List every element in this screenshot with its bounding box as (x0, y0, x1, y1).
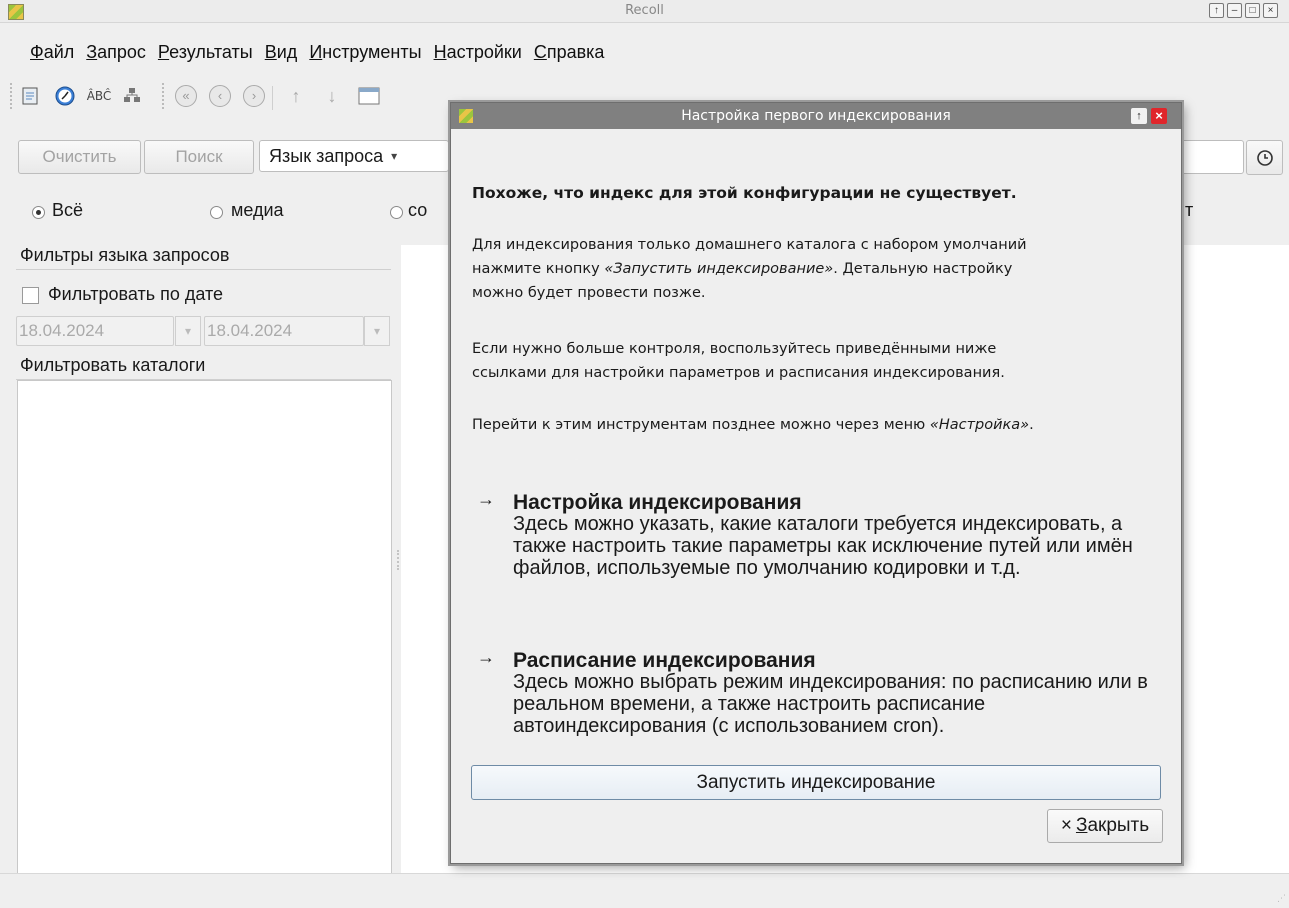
previous-page-icon[interactable]: ‹ (208, 84, 232, 108)
menu-tools[interactable]: Инструменты (301, 42, 425, 63)
menu-bar: Файл Запрос Результаты Вид Инструменты Н… (0, 38, 608, 66)
menu-help[interactable]: Справка (526, 42, 609, 63)
arrow-right-icon: → (477, 647, 495, 667)
date-from-field[interactable]: 18.04.2024 (16, 316, 174, 346)
start-indexing-button[interactable]: Запустить индексирование (471, 765, 1161, 800)
toolbar: ÂBĈ « ‹ › ↑ ↓ (0, 78, 460, 114)
close-dialog-button[interactable]: × Закрыть (1047, 809, 1163, 843)
radio-all-label: Всё (52, 200, 84, 220)
date-from-spin[interactable]: ▾ (175, 316, 201, 346)
clear-button[interactable]: Очистить (18, 140, 141, 174)
left-filter-panel: Фильтры языка запросов Фильтровать по да… (16, 242, 393, 874)
query-language-select[interactable]: Язык запроса ▾ (259, 140, 449, 172)
radio-partial-right-label: т (1185, 200, 1194, 220)
first-page-icon[interactable]: « (174, 84, 198, 108)
history-document-icon[interactable] (18, 84, 42, 108)
down-arrow-icon[interactable]: ↓ (320, 84, 344, 108)
maximize-up-icon[interactable]: ↑ (1209, 3, 1224, 18)
indexing-schedule-title[interactable]: Расписание индексирования (513, 649, 816, 673)
dialog-paragraph-2: Если нужно больше контроля, воспользуйте… (472, 341, 1005, 381)
dialog-heading: Похоже, что индекс для этой конфигурации… (472, 184, 1017, 202)
spelling-icon[interactable]: ÂBĈ (87, 84, 112, 108)
indexing-schedule-description: Здесь можно выбрать режим индексирования… (513, 671, 1148, 737)
menu-query[interactable]: Запрос (78, 42, 150, 63)
indexing-config-title[interactable]: Настройка индексирования (513, 491, 802, 515)
query-language-value: Язык запроса (269, 145, 384, 166)
table-view-icon[interactable] (357, 84, 381, 108)
next-page-icon[interactable]: › (242, 84, 266, 108)
radio-partial[interactable] (390, 206, 403, 219)
first-indexing-dialog: Настройка первого индексирования ↑ × Пох… (450, 102, 1182, 864)
close-window-button[interactable]: × (1263, 3, 1278, 18)
catalog-tree[interactable] (17, 380, 392, 874)
resize-grip-icon[interactable]: ⋰ (1277, 893, 1286, 904)
date-to-field[interactable]: 18.04.2024 (204, 316, 364, 346)
dialog-paragraph-3: Перейти к этим инструментам позднее можн… (472, 417, 1034, 433)
toolbar-grip[interactable] (10, 83, 14, 109)
filter-by-date-label: Фильтровать по дате (48, 284, 224, 304)
arrow-right-icon: → (477, 489, 495, 509)
maximize-button[interactable]: □ (1245, 3, 1260, 18)
dialog-paragraph-1: Для индексирования только домашнего ката… (472, 237, 1027, 301)
query-filters-title: Фильтры языка запросов (16, 242, 391, 270)
minimize-button[interactable]: – (1227, 3, 1242, 18)
filter-catalogs-title: Фильтровать каталоги (16, 352, 391, 380)
dialog-titlebar: Настройка первого индексирования ↑ × (451, 103, 1181, 129)
keep-above-icon[interactable]: ↑ (1131, 108, 1147, 124)
status-bar (0, 873, 1289, 908)
toolbar-grip-2[interactable] (162, 83, 166, 109)
radio-partial-label: со (408, 200, 428, 220)
clock-icon (1256, 149, 1273, 166)
search-button[interactable]: Поиск (144, 140, 254, 174)
toolbar-separator (272, 86, 273, 110)
up-arrow-icon[interactable]: ↑ (284, 84, 308, 108)
indexing-config-description: Здесь можно указать, какие каталоги треб… (513, 513, 1133, 579)
dialog-title: Настройка первого индексирования (681, 108, 951, 124)
dialog-close-icon[interactable]: × (1151, 108, 1167, 124)
splitter-handle[interactable] (397, 550, 402, 570)
menu-file[interactable]: Файл (0, 42, 78, 63)
window-title: Recoll (625, 3, 664, 18)
menu-settings[interactable]: Настройки (426, 42, 526, 63)
network-tree-icon[interactable] (120, 84, 144, 108)
close-icon: × (1060, 815, 1072, 836)
search-input[interactable] (1180, 140, 1244, 174)
menu-view[interactable]: Вид (257, 42, 302, 63)
menu-results[interactable]: Результаты (150, 42, 257, 63)
radio-media[interactable] (210, 206, 223, 219)
filter-by-date-checkbox[interactable] (22, 287, 39, 304)
date-to-spin[interactable]: ▾ (364, 316, 390, 346)
chevron-down-icon: ▾ (391, 149, 398, 163)
history-button[interactable] (1246, 140, 1283, 175)
clock-index-icon[interactable] (53, 84, 77, 108)
window-titlebar: Recoll ↑ – □ × (0, 0, 1289, 23)
radio-media-label: медиа (231, 200, 284, 220)
radio-all[interactable] (32, 206, 45, 219)
